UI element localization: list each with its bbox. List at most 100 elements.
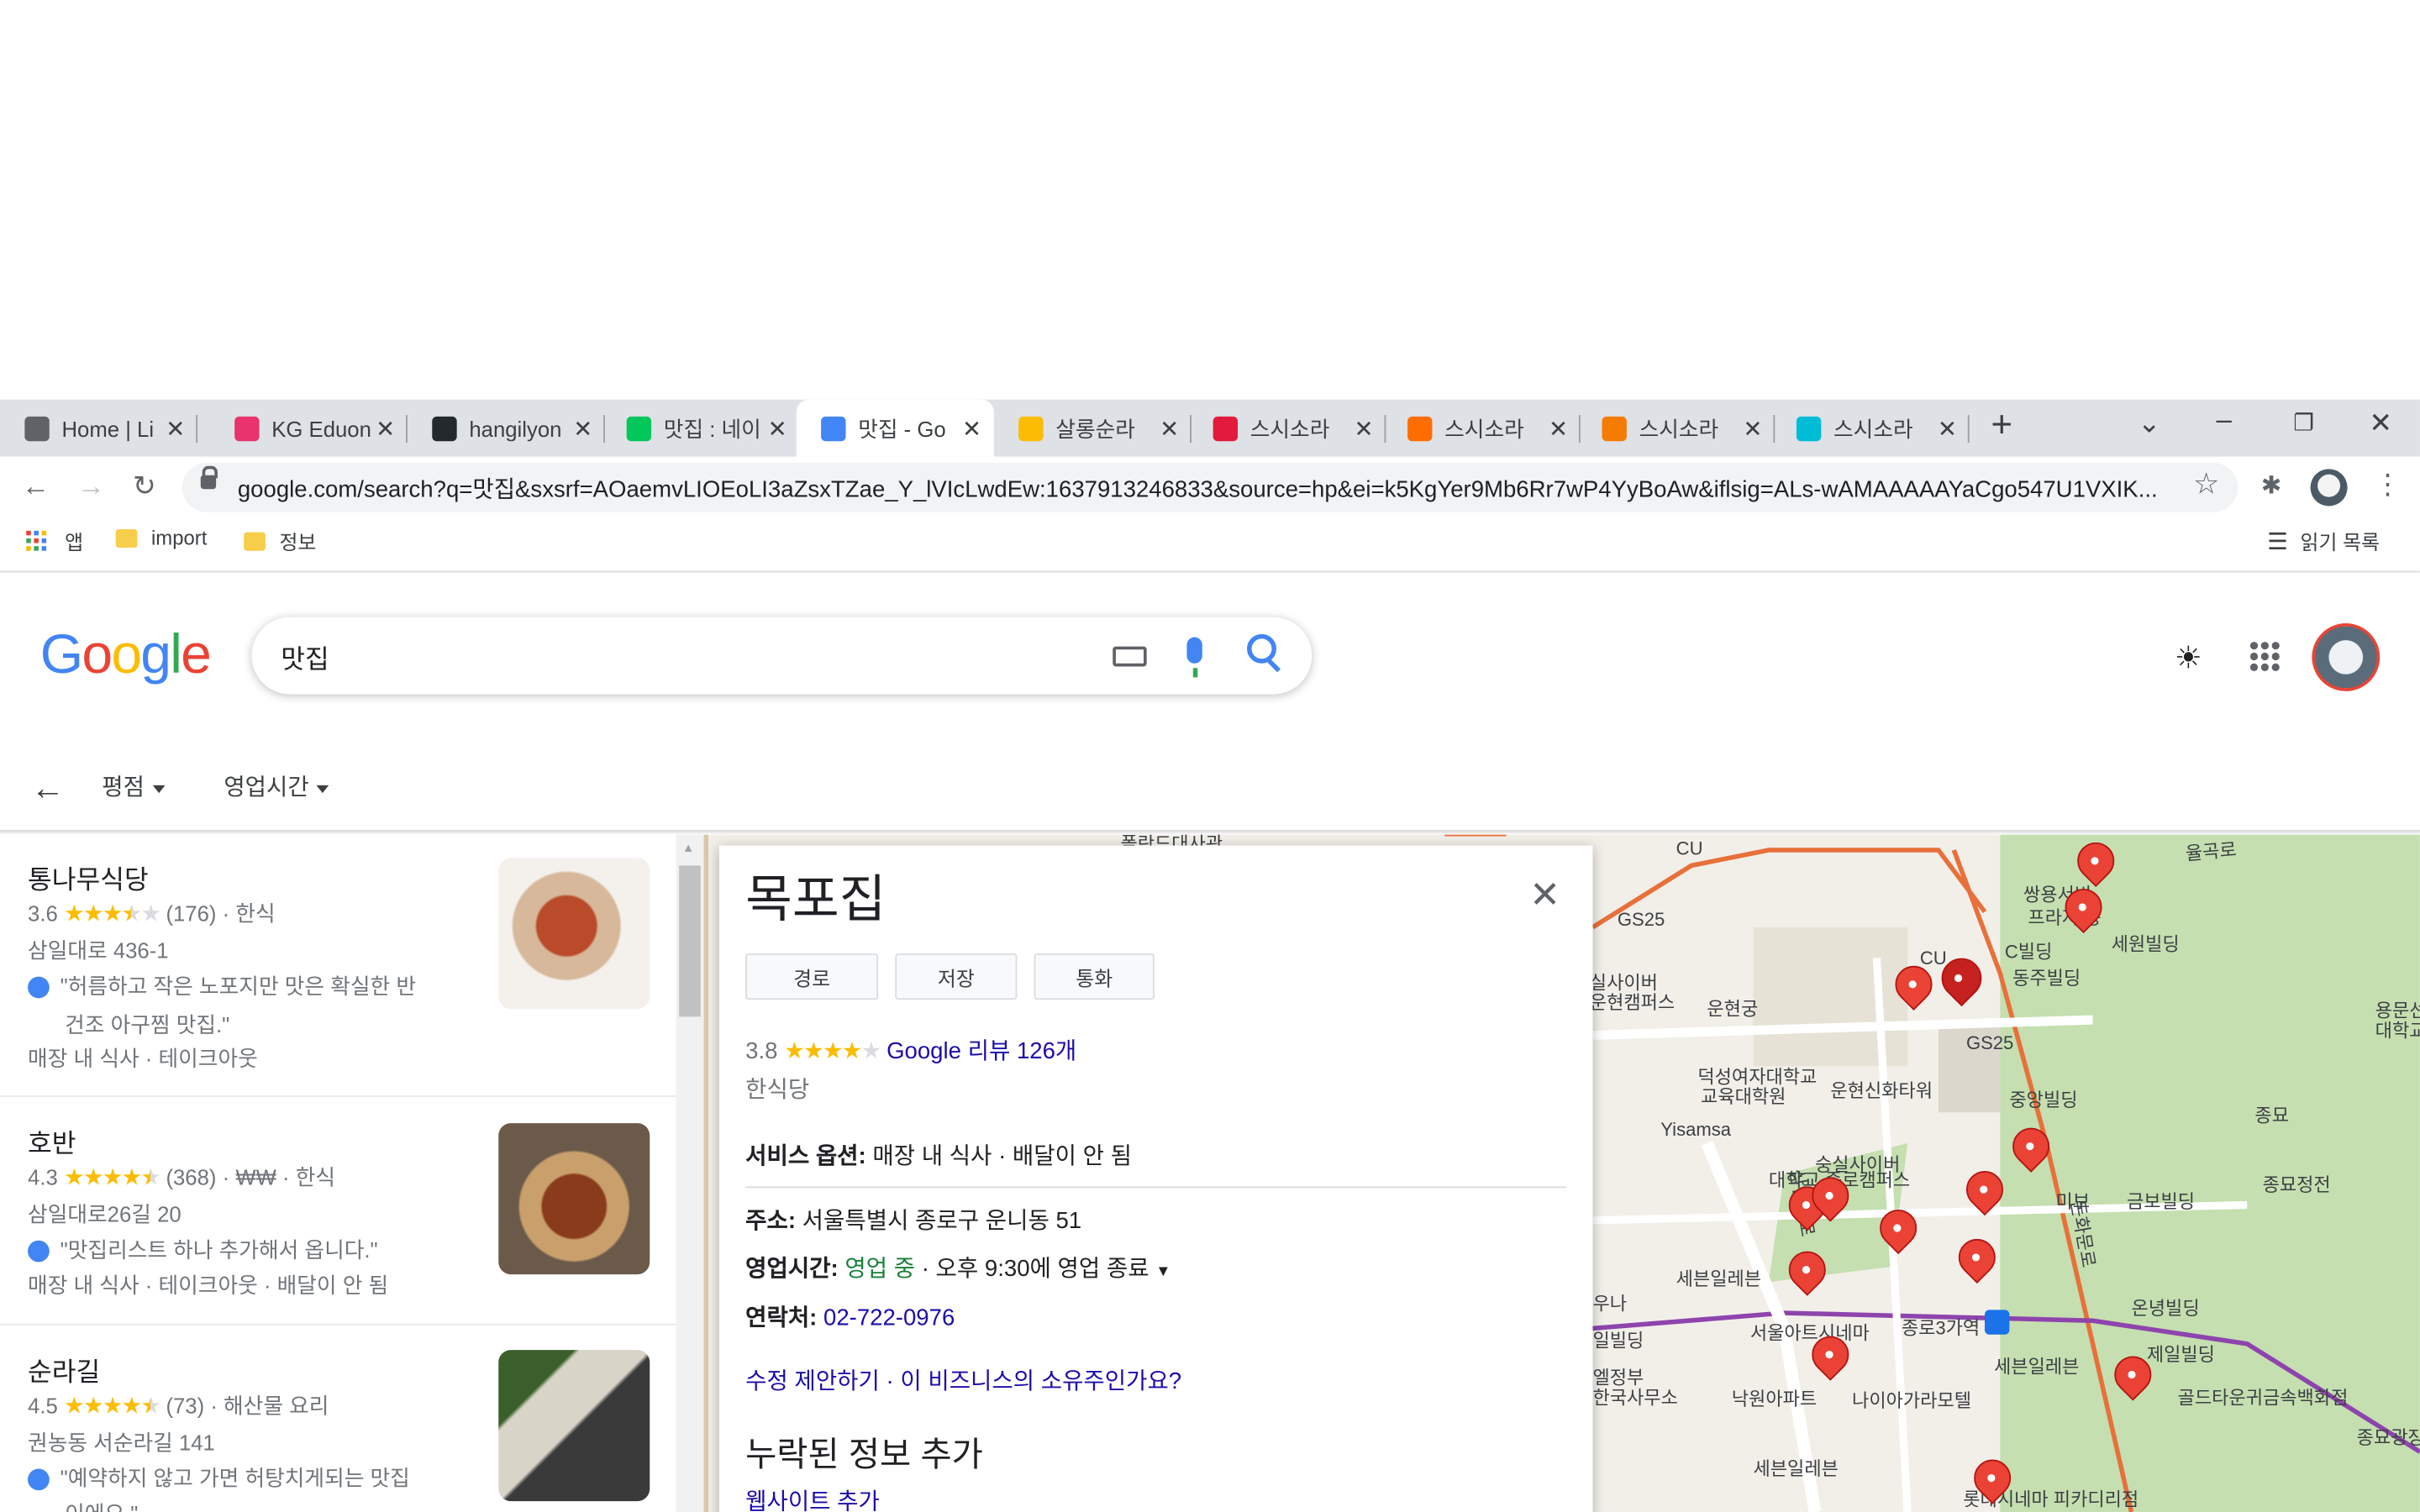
bookmark-folder-info[interactable]: 정보: [244, 526, 316, 555]
close-icon[interactable]: ✕: [1529, 874, 1560, 918]
subway-station-icon[interactable]: [1984, 1310, 2010, 1335]
tab-close-icon[interactable]: ✕: [1743, 415, 1762, 443]
bookmark-folder-import[interactable]: import: [115, 526, 207, 549]
forward-button[interactable]: →: [77, 470, 105, 503]
map-label: 대학교: [2375, 1020, 2420, 1042]
result-rating-line: 3.6 ★★★★★ (176) · 한식: [28, 898, 276, 929]
filter-rating[interactable]: 평점: [102, 770, 165, 803]
call-button[interactable]: 통화: [1034, 953, 1155, 1000]
rating-stars: ★★★★★: [784, 1038, 881, 1065]
tab-search-icon[interactable]: ⌄: [2138, 407, 2161, 440]
review-text: "허름하고 작은 노포지만 맛은 확실한 반: [60, 973, 416, 999]
search-icon[interactable]: [1247, 633, 1276, 664]
result-name[interactable]: 순라길: [28, 1350, 100, 1389]
reload-button[interactable]: ↻: [133, 470, 156, 503]
google-apps-icon[interactable]: [2249, 642, 2280, 671]
bookmark-apps-label: 앱: [65, 530, 84, 554]
result-name[interactable]: 호반: [28, 1121, 76, 1160]
map-label: 운현신화타워: [1830, 1079, 1933, 1102]
tab-3[interactable]: hangilyon ✕: [408, 400, 605, 457]
map-label: 세븐일레븐: [1994, 1356, 2080, 1378]
phone-link[interactable]: 02-722-0976: [823, 1305, 955, 1331]
extensions-icon[interactable]: ✱: [2261, 470, 2282, 501]
result-review: "허름하고 작은 노포지만 맛은 확실한 반: [28, 970, 416, 1001]
google-logo[interactable]: Google: [40, 622, 212, 686]
result-review: "맛집리스트 하나 추가해서 옵니다.": [28, 1234, 378, 1265]
tab-close-icon[interactable]: ✕: [376, 415, 395, 443]
tab-close-icon[interactable]: ✕: [962, 415, 981, 443]
minimize-button[interactable]: –: [2217, 404, 2232, 437]
tab-close-icon[interactable]: ✕: [573, 415, 592, 443]
map-label: 제일빌딩: [2146, 1343, 2215, 1366]
rating-value: 3.6: [28, 900, 58, 927]
save-button[interactable]: 저장: [895, 953, 1018, 1000]
directions-button[interactable]: 경로: [745, 953, 879, 1000]
tab-close-icon[interactable]: ✕: [1355, 415, 1374, 443]
tab-9[interactable]: 스시소라 ✕: [1577, 400, 1776, 457]
place-hours[interactable]: 영업시간: 영업 중 · 오후 9:30에 영업 종료 ▼: [745, 1252, 1171, 1284]
reading-list-button[interactable]: ☰ 읽기 목록: [2267, 526, 2380, 555]
scroll-up-arrow-icon[interactable]: ▲: [682, 841, 695, 855]
caret-down-icon[interactable]: ▼: [1155, 1263, 1171, 1280]
tab-close-icon[interactable]: ✕: [1938, 415, 1957, 443]
tab-title: 맛집 : 네이: [663, 415, 761, 441]
keyboard-icon[interactable]: [1113, 646, 1147, 667]
result-item[interactable]: 호반 4.3 ★★★★★ (368) · ₩₩ · 한식 삼일대로26길 20 …: [0, 1099, 676, 1331]
map-label: 중앙빌딩: [2009, 1089, 2078, 1111]
place-address: 주소: 서울특별시 종로구 운니동 51: [745, 1204, 1081, 1236]
github-icon: [432, 415, 457, 441]
add-website-link[interactable]: 웹사이트 추가: [745, 1484, 880, 1512]
tab-close-icon[interactable]: ✕: [768, 415, 787, 443]
tab-1[interactable]: Home | Li ✕: [0, 400, 198, 457]
result-name[interactable]: 통나무식당: [28, 858, 149, 896]
tab-4[interactable]: 맛집 : 네이 ✕: [602, 400, 800, 457]
account-avatar[interactable]: [2312, 623, 2381, 691]
result-review: "예약하지 않고 가면 허탕치게되는 맛집: [28, 1462, 410, 1494]
url-text[interactable]: google.com/search?q=맛집&sxsrf=AOaemvLIOEo…: [238, 472, 2175, 505]
address-label: 주소:: [745, 1208, 797, 1235]
maps-pin-icon: [1018, 415, 1044, 441]
result-item[interactable]: 순라길 4.5 ★★★★★ (73) · 해산물 요리 권농동 서순라길 141…: [0, 1327, 676, 1512]
tab-close-icon[interactable]: ✕: [1160, 415, 1179, 443]
theme-sun-icon[interactable]: ☀: [2175, 638, 2202, 677]
map-label: 운현궁: [1707, 998, 1759, 1021]
edit-suggestion-link[interactable]: 수정 제안하기 · 이 비즈니스의 소유주인가요?: [745, 1364, 1181, 1397]
search-box[interactable]: [251, 617, 1313, 695]
scrollbar-thumb[interactable]: [679, 865, 701, 1017]
restore-button[interactable]: ❐: [2293, 409, 2314, 437]
close-window-button[interactable]: ✕: [2369, 407, 2392, 440]
bookmarks-bar: [0, 518, 2420, 573]
search-input[interactable]: 맛집: [281, 638, 329, 676]
menu-icon[interactable]: ⋮: [2374, 469, 2402, 501]
profile-avatar[interactable]: [2310, 469, 2348, 507]
filter-hours[interactable]: 영업시간: [224, 770, 329, 803]
back-arrow-icon[interactable]: ←: [31, 769, 65, 809]
result-photo[interactable]: [498, 1350, 650, 1502]
new-tab-button[interactable]: +: [1991, 404, 2012, 447]
map-label: 한국사무소: [1592, 1387, 1678, 1409]
reviews-link[interactable]: Google 리뷰 126개: [886, 1038, 1076, 1064]
orange-circle-icon: [1602, 415, 1627, 441]
back-button[interactable]: ←: [22, 470, 50, 503]
microphone-icon[interactable]: [1186, 637, 1202, 678]
missing-info-title: 누락된 정보 추가: [745, 1435, 983, 1474]
place-phone: 연락처: 02-722-0976: [745, 1300, 955, 1333]
tab-5[interactable]: 맛집 - Go ✕: [796, 399, 994, 457]
tab-close-icon[interactable]: ✕: [166, 415, 185, 443]
tab-6[interactable]: 살롱순라 ✕: [994, 400, 1192, 457]
result-review-cont: 건조 아구찜 맛집.": [65, 1011, 230, 1037]
result-photo[interactable]: [498, 1123, 650, 1275]
bookmark-apps[interactable]: 앱: [26, 526, 83, 555]
rating-stars: ★★★★★: [63, 1164, 161, 1191]
tab-title: 맛집 - Go: [858, 415, 946, 441]
tab-2[interactable]: KG Eduon ✕: [210, 400, 408, 457]
globe-icon: [24, 415, 50, 441]
bookmark-star-icon[interactable]: ☆: [2193, 468, 2219, 503]
tab-7[interactable]: 스시소라 ✕: [1188, 400, 1386, 457]
tab-10[interactable]: 스시소라 ✕: [1772, 400, 1970, 457]
result-item[interactable]: 통나무식당 3.6 ★★★★★ (176) · 한식 삼일대로 436-1 "허…: [0, 835, 676, 1071]
tab-close-icon[interactable]: ✕: [1549, 415, 1568, 443]
tab-8[interactable]: 스시소라 ✕: [1383, 400, 1581, 457]
lock-icon[interactable]: [200, 465, 218, 490]
result-photo[interactable]: [498, 858, 650, 1010]
